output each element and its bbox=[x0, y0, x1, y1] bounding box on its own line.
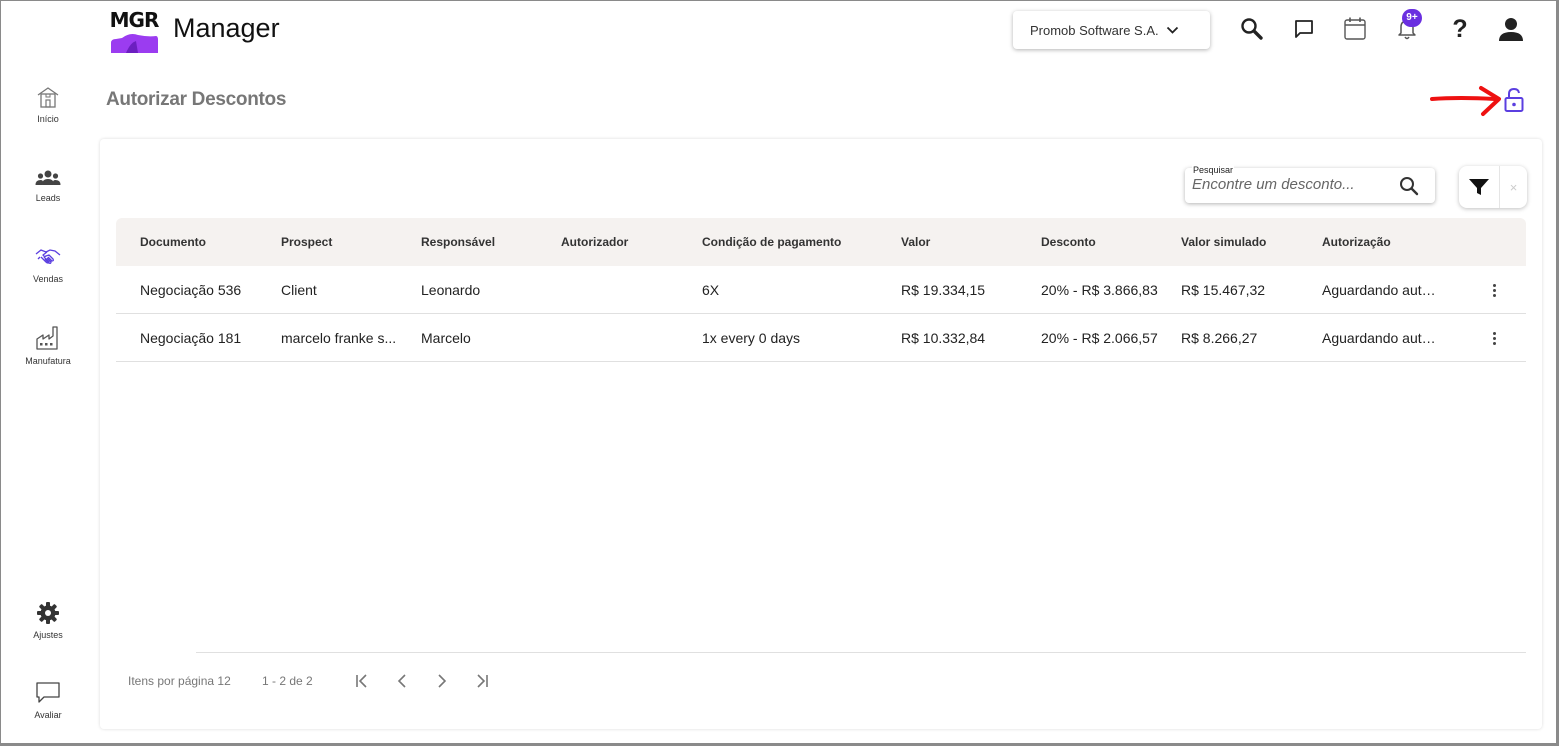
column-header-autorizacao[interactable]: Autorização bbox=[1322, 235, 1391, 249]
column-header-documento[interactable]: Documento bbox=[140, 235, 206, 249]
page-range: 1 - 2 de 2 bbox=[262, 674, 313, 688]
search-input[interactable] bbox=[1192, 176, 1392, 193]
filter-group: × bbox=[1459, 166, 1527, 208]
sidebar-item-label: Avaliar bbox=[34, 710, 62, 720]
pagination-divider bbox=[196, 652, 1526, 653]
cell-valor: R$ 19.334,15 bbox=[901, 282, 986, 298]
company-name: Promob Software S.A. bbox=[1030, 22, 1159, 38]
sidebar-item-vendas[interactable]: Vendas bbox=[13, 245, 83, 284]
sidebar-item-manufatura[interactable]: Manufatura bbox=[13, 325, 83, 366]
page-title: Autorizar Descontos bbox=[106, 89, 287, 110]
sidebar-item-label: Leads bbox=[35, 193, 61, 203]
column-header-autorizador[interactable]: Autorizador bbox=[561, 235, 628, 249]
home-icon bbox=[37, 87, 59, 108]
sidebar-item-label: Vendas bbox=[32, 274, 64, 284]
cell-prospect: marcelo franke s... bbox=[281, 330, 397, 346]
notifications-badge: 9+ bbox=[1402, 9, 1422, 27]
people-icon bbox=[35, 170, 61, 185]
sidebar-item-avaliar[interactable]: Avaliar bbox=[13, 681, 83, 720]
user-avatar-icon[interactable] bbox=[1497, 15, 1525, 43]
chat-icon bbox=[36, 682, 60, 703]
cell-responsavel: Marcelo bbox=[421, 330, 471, 346]
items-per-page[interactable]: Itens por página 12 bbox=[128, 674, 231, 688]
first-page-icon[interactable] bbox=[350, 669, 374, 693]
cell-valor: R$ 10.332,84 bbox=[901, 330, 986, 346]
app-logo[interactable]: MGR bbox=[108, 5, 160, 55]
table-header: Documento Prospect Responsável Autorizad… bbox=[116, 218, 1526, 266]
previous-page-icon[interactable] bbox=[390, 669, 414, 693]
last-page-icon[interactable] bbox=[470, 669, 494, 693]
sidebar-item-inicio[interactable]: Início bbox=[13, 85, 83, 124]
calendar-icon[interactable] bbox=[1341, 15, 1369, 43]
row-menu-icon[interactable] bbox=[1488, 280, 1500, 300]
cell-valor-simulado: R$ 8.266,27 bbox=[1181, 330, 1258, 346]
cell-desconto: 20% - R$ 2.066,57 bbox=[1041, 330, 1158, 346]
sidebar-item-label: Manufatura bbox=[25, 356, 71, 366]
unlock-icon[interactable] bbox=[1502, 87, 1526, 113]
column-header-valor-simulado[interactable]: Valor simulado bbox=[1181, 235, 1266, 249]
column-header-responsavel[interactable]: Responsável bbox=[421, 235, 495, 249]
logo-shape-icon bbox=[111, 34, 158, 53]
cell-documento: Negociação 536 bbox=[140, 282, 242, 298]
cell-condicao-pagamento: 6X bbox=[702, 282, 720, 298]
sidebar-item-label: Ajustes bbox=[33, 630, 63, 640]
filter-icon bbox=[1469, 179, 1489, 195]
factory-icon bbox=[36, 326, 58, 350]
cell-desconto: 20% - R$ 3.866,83 bbox=[1041, 282, 1158, 298]
search-label: Pesquisar bbox=[1192, 165, 1235, 175]
clear-filter-button[interactable]: × bbox=[1499, 166, 1527, 208]
sidebar-item-label: Início bbox=[37, 114, 59, 124]
search-icon[interactable] bbox=[1398, 175, 1420, 197]
column-header-desconto[interactable]: Desconto bbox=[1041, 235, 1096, 249]
cell-prospect: Client bbox=[281, 282, 317, 298]
cell-autorizacao: Aguardando autorização bbox=[1322, 330, 1436, 346]
company-selector[interactable]: Promob Software S.A. bbox=[1013, 11, 1210, 49]
cell-condicao-pagamento: 1x every 0 days bbox=[702, 330, 801, 346]
next-page-icon[interactable] bbox=[430, 669, 454, 693]
sidebar-item-leads[interactable]: Leads bbox=[13, 168, 83, 203]
gear-icon bbox=[37, 602, 59, 624]
chevron-down-icon bbox=[1166, 26, 1178, 34]
messages-icon[interactable] bbox=[1290, 15, 1318, 43]
column-header-prospect[interactable]: Prospect bbox=[281, 235, 332, 249]
app-title: Manager bbox=[173, 13, 280, 43]
filter-button[interactable] bbox=[1459, 166, 1499, 208]
column-header-valor[interactable]: Valor bbox=[901, 235, 930, 249]
cell-responsavel: Leonardo bbox=[421, 282, 481, 298]
help-icon[interactable]: ? bbox=[1446, 15, 1474, 43]
sidebar-item-ajustes[interactable]: Ajustes bbox=[13, 601, 83, 640]
sidebar: Início Leads Vendas Manufatura Ajustes A… bbox=[13, 71, 83, 741]
table-row[interactable]: Negociação 536 Client Leonardo 6X R$ 19.… bbox=[116, 266, 1526, 314]
app-window: MGR Manager Promob Software S.A. 9+ ? In… bbox=[0, 0, 1559, 746]
search-box[interactable]: Pesquisar bbox=[1185, 165, 1435, 203]
cell-autorizacao: Aguardando autorização bbox=[1322, 282, 1436, 298]
table-row[interactable]: Negociação 181 marcelo franke s... Marce… bbox=[116, 314, 1526, 362]
cell-valor-simulado: R$ 15.467,32 bbox=[1181, 282, 1266, 298]
row-menu-icon[interactable] bbox=[1488, 328, 1500, 348]
search-icon[interactable] bbox=[1238, 15, 1266, 43]
column-header-condicao-pagamento[interactable]: Condição de pagamento bbox=[702, 235, 841, 249]
annotation-arrow-icon bbox=[1430, 86, 1501, 116]
cell-documento: Negociação 181 bbox=[140, 330, 242, 346]
handshake-icon bbox=[35, 249, 61, 264]
